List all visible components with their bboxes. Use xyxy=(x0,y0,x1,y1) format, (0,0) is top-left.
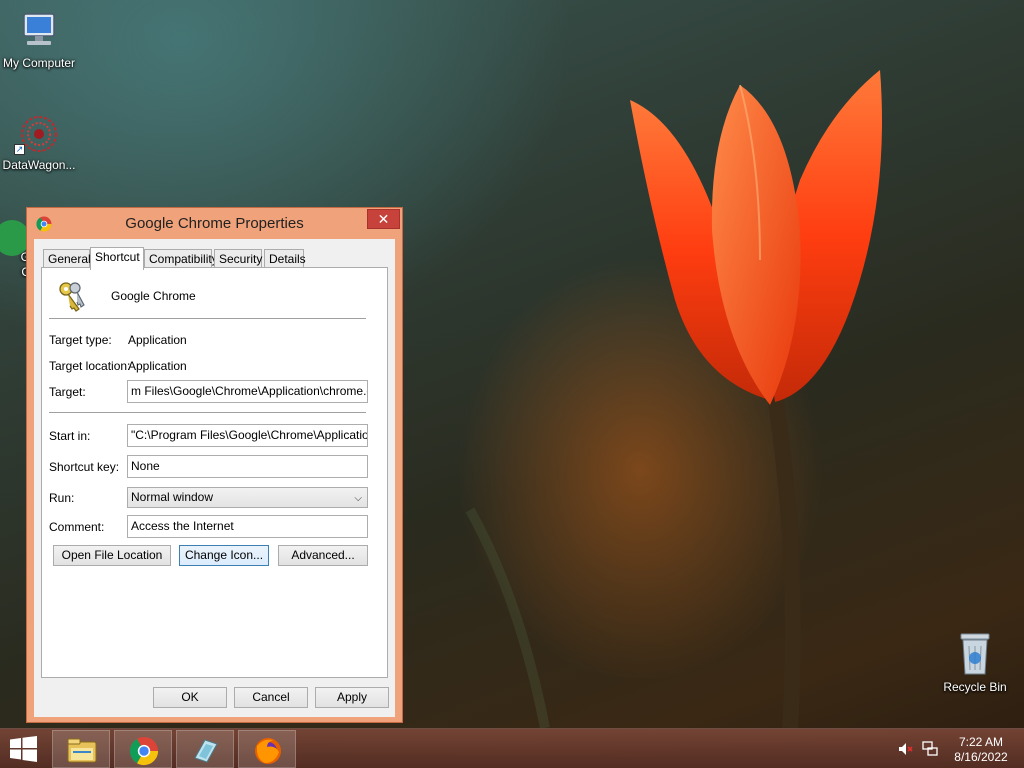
start-in-input[interactable]: "C:\Program Files\Google\Chrome\Applicat… xyxy=(127,424,368,447)
taskbar-firefox[interactable] xyxy=(238,730,296,768)
shortcut-tab-panel: Google Chrome Target type: Application T… xyxy=(41,267,388,678)
shortcut-arrow-icon: ↗ xyxy=(14,144,25,155)
title-bar[interactable]: Google Chrome Properties ✕ xyxy=(27,208,402,239)
taskbar-file-explorer[interactable] xyxy=(52,730,110,768)
tab-general[interactable]: General xyxy=(43,249,91,269)
tab-shortcut[interactable]: Shortcut xyxy=(90,247,144,270)
tab-compatibility[interactable]: Compatibility xyxy=(144,249,218,269)
shortcut-name: Google Chrome xyxy=(111,289,196,303)
recycle-bin-icon xyxy=(960,633,990,675)
separator xyxy=(49,412,366,413)
target-type-label: Target type: xyxy=(49,333,112,347)
taskbar-control-panel[interactable] xyxy=(176,730,234,768)
taskbar: 7:22 AM 8/16/2022 xyxy=(0,728,1024,768)
start-button[interactable] xyxy=(0,729,48,768)
close-icon: ✕ xyxy=(377,211,390,227)
dialog-client-area: General Shortcut Compatibility Security … xyxy=(34,239,395,717)
desktop-icon-label: My Computer xyxy=(2,56,76,70)
control-panel-icon xyxy=(194,739,218,763)
target-label: Target: xyxy=(49,385,86,399)
taskbar-clock[interactable]: 7:22 AM 8/16/2022 xyxy=(946,735,1016,765)
volume-muted-icon[interactable] xyxy=(898,741,914,757)
chrome-properties-dialog: Google Chrome Properties ✕ General Short… xyxy=(26,207,403,723)
tab-label: Details xyxy=(269,252,306,266)
open-file-location-button[interactable]: Open File Location xyxy=(53,545,171,566)
tab-label: Compatibility xyxy=(149,252,218,266)
comment-label: Comment: xyxy=(49,520,105,534)
desktop-icon-datawagon[interactable]: ↗ DataWagon... xyxy=(0,114,80,172)
cancel-button[interactable]: Cancel xyxy=(234,687,308,708)
computer-icon xyxy=(23,13,55,45)
target-location-value: Application xyxy=(128,359,187,373)
run-select-value: Normal window xyxy=(131,490,214,504)
network-icon[interactable] xyxy=(922,741,938,757)
run-select[interactable]: Normal window ⌵ xyxy=(127,487,368,508)
chevron-down-icon: ⌵ xyxy=(354,493,362,504)
tab-label: Security xyxy=(219,252,263,266)
tab-details[interactable]: Details xyxy=(264,249,306,269)
clock-time: 7:22 AM xyxy=(958,735,1004,749)
apply-button[interactable]: Apply xyxy=(315,687,389,708)
desktop-icon-recycle-bin[interactable]: Recycle Bin xyxy=(934,630,1016,694)
advanced-button[interactable]: Advanced... xyxy=(278,545,368,566)
desktop-icon-label: DataWagon... xyxy=(2,158,76,172)
windows-logo-icon xyxy=(10,736,37,762)
comment-input[interactable]: Access the Internet xyxy=(127,515,368,538)
separator xyxy=(49,318,366,319)
firefox-icon xyxy=(255,738,281,764)
shortcut-key-label: Shortcut key: xyxy=(49,460,120,474)
change-icon-button[interactable]: Change Icon... xyxy=(179,545,269,566)
ok-button[interactable]: OK xyxy=(153,687,227,708)
target-input[interactable]: m Files\Google\Chrome\Application\chrome… xyxy=(127,380,368,403)
target-location-label: Target location: xyxy=(49,359,131,373)
target-type-value: Application xyxy=(128,333,187,347)
start-in-label: Start in: xyxy=(49,429,91,443)
clock-date: 8/16/2022 xyxy=(954,750,1008,764)
desktop-icon-label: Recycle Bin xyxy=(943,680,1007,694)
file-explorer-icon xyxy=(67,738,97,763)
tab-label: General xyxy=(48,252,91,266)
dialog-title: Google Chrome Properties xyxy=(125,215,304,232)
tab-security[interactable]: Security xyxy=(214,249,262,269)
desktop-icon-my-computer[interactable]: My Computer xyxy=(0,10,80,70)
keys-icon xyxy=(59,282,85,312)
taskbar-chrome[interactable] xyxy=(114,730,172,768)
tab-label: Shortcut xyxy=(95,250,140,264)
shortcut-key-input[interactable]: None xyxy=(127,455,368,478)
run-label: Run: xyxy=(49,491,75,505)
close-button[interactable]: ✕ xyxy=(367,209,400,229)
chrome-icon xyxy=(129,736,159,766)
